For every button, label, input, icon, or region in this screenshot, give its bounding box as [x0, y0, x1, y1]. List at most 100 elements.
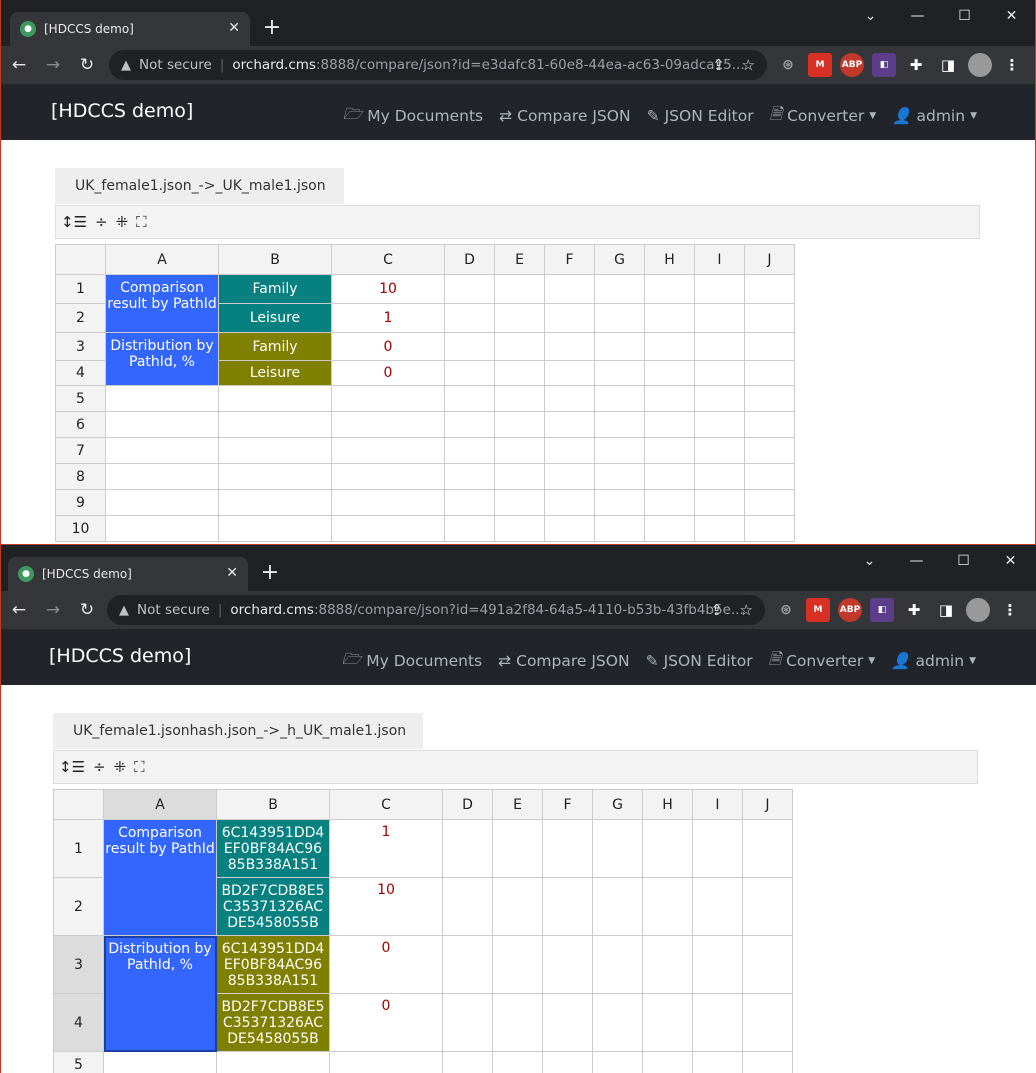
- cell[interactable]: [592, 935, 643, 994]
- cell[interactable]: [444, 332, 495, 361]
- nav-compare-json[interactable]: ⇄ Compare JSON: [498, 647, 629, 674]
- row-header[interactable]: 5: [55, 385, 106, 412]
- star-icon[interactable]: ☆: [740, 601, 753, 619]
- expand-rows-icon[interactable]: ÷: [95, 213, 108, 231]
- collapse-icon[interactable]: ⁜: [114, 758, 127, 776]
- cell[interactable]: [594, 274, 645, 304]
- nav-converter[interactable]: 🗎 Converter ▼: [770, 102, 877, 129]
- cell[interactable]: [444, 515, 495, 542]
- cell[interactable]: [444, 274, 495, 304]
- forward-icon[interactable]: →: [37, 55, 69, 75]
- cell[interactable]: [594, 360, 645, 386]
- expand-rows-icon[interactable]: ÷: [93, 758, 106, 776]
- sheet-tab[interactable]: UK_female1.jsonhash.json_->_h_UK_male1.j…: [53, 713, 423, 749]
- cell[interactable]: [642, 993, 693, 1052]
- cell[interactable]: [492, 935, 543, 994]
- column-header[interactable]: J: [742, 789, 793, 820]
- cell[interactable]: [105, 385, 219, 412]
- row-header[interactable]: 3: [53, 935, 104, 994]
- corner-cell[interactable]: [55, 244, 106, 275]
- cell-b2[interactable]: Leisure: [218, 303, 332, 333]
- cell[interactable]: [494, 360, 545, 386]
- cell[interactable]: [494, 437, 545, 464]
- cell[interactable]: [442, 993, 493, 1052]
- cell[interactable]: [331, 411, 445, 438]
- cell[interactable]: [742, 819, 793, 878]
- cell[interactable]: [644, 303, 695, 333]
- column-header[interactable]: I: [692, 789, 743, 820]
- cell[interactable]: [331, 489, 445, 516]
- sidebar-icon[interactable]: ◨: [934, 598, 958, 622]
- cell[interactable]: [105, 489, 219, 516]
- column-header[interactable]: D: [444, 244, 495, 275]
- cell[interactable]: [744, 515, 795, 542]
- column-header[interactable]: D: [442, 789, 493, 820]
- chevron-down-icon[interactable]: ⌄: [847, 0, 894, 32]
- cell[interactable]: [694, 385, 745, 412]
- cell[interactable]: [694, 463, 745, 490]
- cell[interactable]: [442, 1051, 493, 1073]
- share-icon[interactable]: ⇪: [710, 601, 723, 619]
- sidebar-icon[interactable]: ◨: [936, 53, 960, 77]
- sync-icon[interactable]: ⊛: [776, 53, 800, 77]
- column-header[interactable]: I: [694, 244, 745, 275]
- row-header[interactable]: 1: [55, 274, 106, 304]
- row-header[interactable]: 3: [55, 332, 106, 361]
- adblock-icon[interactable]: ABP: [840, 53, 864, 77]
- cell[interactable]: [218, 463, 332, 490]
- cell[interactable]: [494, 332, 545, 361]
- cell[interactable]: [744, 303, 795, 333]
- app-brand[interactable]: [HDCCS demo]: [49, 645, 191, 667]
- cell[interactable]: [592, 819, 643, 878]
- cell[interactable]: [218, 437, 332, 464]
- cell[interactable]: [694, 274, 745, 304]
- spreadsheet-grid[interactable]: A B C D E F G H I J 1 Comparison result …: [53, 789, 793, 1073]
- cell-b2[interactable]: BD2F7CDB8E5C35371326ACDE5458055B: [216, 877, 330, 936]
- cell[interactable]: [742, 877, 793, 936]
- cell[interactable]: [644, 515, 695, 542]
- cell[interactable]: [444, 489, 495, 516]
- more-icon[interactable]: ⋮: [1000, 53, 1024, 77]
- cell[interactable]: [594, 385, 645, 412]
- app-brand[interactable]: [HDCCS demo]: [51, 100, 193, 122]
- cell[interactable]: [592, 877, 643, 936]
- cell[interactable]: [542, 819, 593, 878]
- cell-b3[interactable]: 6C143951DD4EF0BF84AC9685B338A151: [216, 935, 330, 994]
- cell[interactable]: [694, 360, 745, 386]
- cell[interactable]: [444, 385, 495, 412]
- cell[interactable]: [492, 1051, 543, 1073]
- cell[interactable]: [444, 303, 495, 333]
- spreadsheet-grid[interactable]: A B C D E F G H I J 1 Comparison result …: [55, 244, 795, 542]
- collapse-icon[interactable]: ⁜: [116, 213, 129, 231]
- row-header[interactable]: 9: [55, 489, 106, 516]
- cell-b1[interactable]: 6C143951DD4EF0BF84AC9685B338A151: [216, 819, 330, 878]
- cell[interactable]: [331, 437, 445, 464]
- cell[interactable]: [594, 463, 645, 490]
- calendar-icon[interactable]: ◧: [870, 598, 894, 622]
- cell[interactable]: [544, 463, 595, 490]
- forward-icon[interactable]: →: [37, 600, 69, 620]
- column-header[interactable]: A: [103, 789, 217, 820]
- cell[interactable]: [544, 437, 595, 464]
- reload-icon[interactable]: ↻: [71, 600, 103, 620]
- nav-compare-json[interactable]: ⇄ Compare JSON: [499, 102, 630, 129]
- cell[interactable]: [744, 437, 795, 464]
- merged-cell-distribution[interactable]: Distribution by PathId, %: [103, 935, 217, 1052]
- fullscreen-icon[interactable]: ⛶: [134, 758, 145, 776]
- gmail-icon[interactable]: M: [808, 53, 832, 77]
- nav-json-editor[interactable]: ✎ JSON Editor: [647, 102, 754, 129]
- corner-cell[interactable]: [53, 789, 104, 820]
- back-icon[interactable]: ←: [3, 600, 35, 620]
- cell[interactable]: [644, 437, 695, 464]
- cell[interactable]: [218, 515, 332, 542]
- column-header[interactable]: F: [542, 789, 593, 820]
- cell[interactable]: [644, 463, 695, 490]
- cell[interactable]: [331, 463, 445, 490]
- cell[interactable]: [494, 411, 545, 438]
- cell[interactable]: [594, 515, 645, 542]
- merged-cell-comparison[interactable]: Comparison result by PathId: [105, 274, 219, 333]
- cell[interactable]: [331, 385, 445, 412]
- cell[interactable]: [544, 360, 595, 386]
- column-header[interactable]: H: [642, 789, 693, 820]
- cell[interactable]: [542, 935, 593, 994]
